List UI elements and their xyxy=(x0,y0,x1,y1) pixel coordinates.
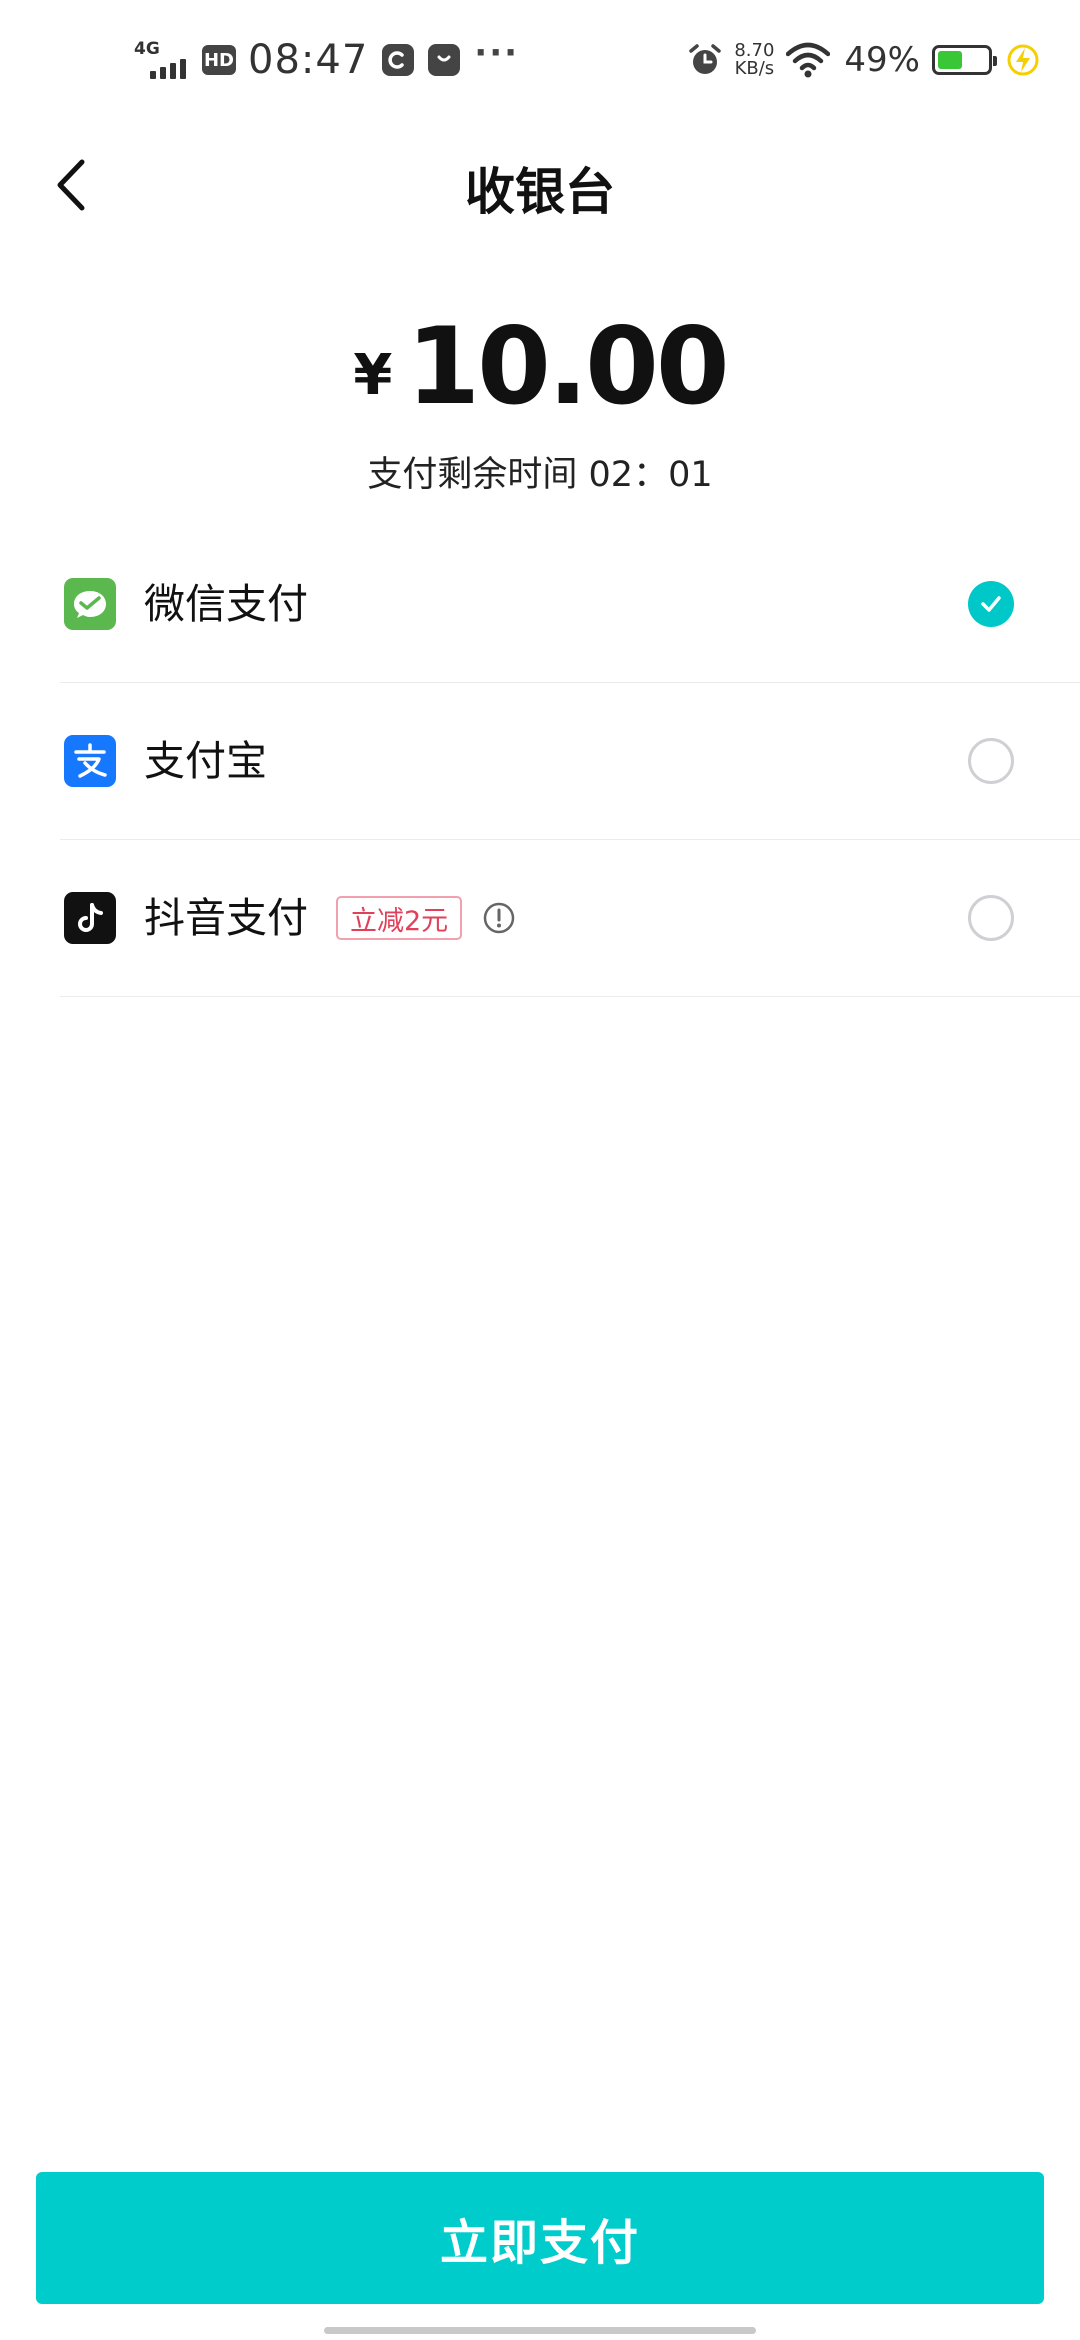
wifi-icon xyxy=(786,42,831,78)
status-bar: 4G HD 08:47 ··· 8.70 KB/s 49% xyxy=(0,0,1080,120)
alarm-icon xyxy=(689,44,722,74)
battery-icon xyxy=(932,45,997,75)
payment-method-douyin[interactable]: 抖音支付 立减2元 xyxy=(60,840,1080,997)
alipay-icon xyxy=(64,735,116,787)
payment-method-label: 微信支付 xyxy=(144,580,308,628)
radio-selected[interactable] xyxy=(968,581,1014,627)
battery-level-fill xyxy=(938,51,962,69)
shopping-bag-icon xyxy=(428,44,461,76)
countdown-label: 支付剩余时间 xyxy=(367,455,578,495)
pay-now-button[interactable]: 立即支付 xyxy=(36,2172,1044,2304)
page-title: 收银台 xyxy=(465,163,615,221)
top-nav-bar: 收银台 xyxy=(0,130,1080,240)
info-icon[interactable] xyxy=(482,901,516,935)
charging-icon xyxy=(1007,44,1039,76)
promo-badge: 立减2元 xyxy=(336,896,463,940)
radio-unselected[interactable] xyxy=(968,895,1014,941)
home-indicator[interactable] xyxy=(324,2327,756,2334)
payment-method-list: 微信支付 支付宝 抖音支付 立减2元 xyxy=(60,526,1080,997)
signal-icon: 4G xyxy=(134,35,194,85)
payment-method-label: 抖音支付 xyxy=(144,894,308,942)
status-time: 08:47 xyxy=(248,37,369,83)
radio-unselected[interactable] xyxy=(968,738,1014,784)
amount-value: 10.00 xyxy=(406,305,729,428)
currency-symbol: ¥ xyxy=(353,343,393,408)
status-bar-left: 4G HD 08:47 ··· xyxy=(134,30,519,90)
countdown-value: 02：01 xyxy=(588,455,713,495)
status-bar-right: 8.70 KB/s 49% xyxy=(688,30,1040,90)
app-c-icon xyxy=(382,44,415,76)
payment-method-alipay[interactable]: 支付宝 xyxy=(60,683,1080,840)
payment-countdown: 支付剩余时间 02：01 xyxy=(0,446,1080,497)
wechat-pay-icon xyxy=(64,578,116,630)
payment-amount: ¥ 10.00 xyxy=(0,312,1080,422)
network-speed-unit: KB/s xyxy=(734,58,775,79)
battery-percent: 49% xyxy=(844,40,920,80)
payment-method-label: 支付宝 xyxy=(144,737,267,785)
hd-icon: HD xyxy=(202,45,236,75)
more-notifications-icon: ··· xyxy=(474,33,520,73)
network-type-label: 4G xyxy=(134,39,160,59)
network-speed: 8.70 KB/s xyxy=(734,42,774,78)
check-icon xyxy=(981,596,1001,612)
payment-method-wechat[interactable]: 微信支付 xyxy=(60,526,1080,683)
douyin-pay-icon xyxy=(64,892,116,944)
